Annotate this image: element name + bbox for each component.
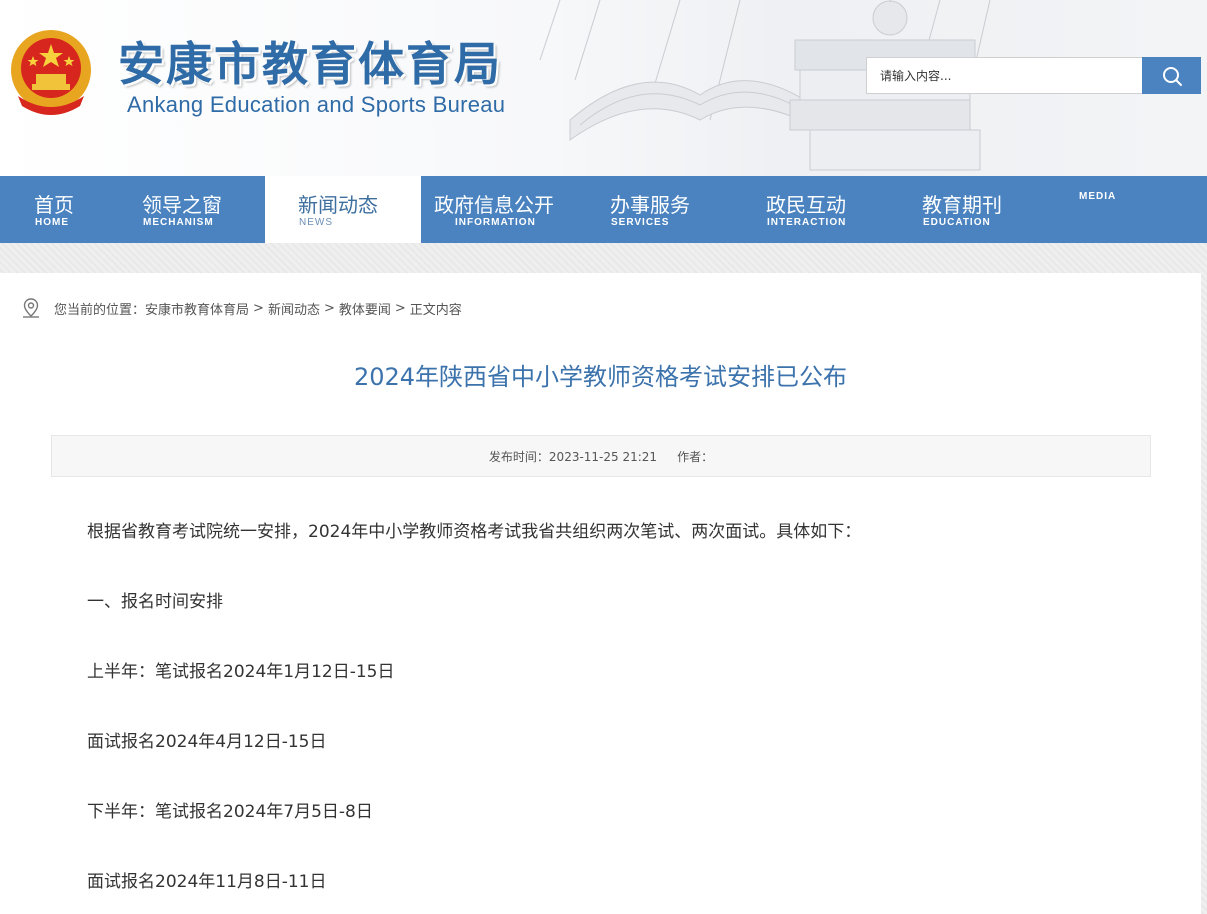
article-meta: 发布时间：2023-11-25 21:21 作者： bbox=[51, 435, 1151, 477]
nav-label-en: MEDIA bbox=[1079, 191, 1117, 202]
nav-label-en: NEWS bbox=[299, 217, 333, 228]
nav-label-en: INTERACTION bbox=[767, 217, 847, 228]
search-input[interactable] bbox=[866, 57, 1142, 94]
nav-item-interaction[interactable]: 政民互动 INTERACTION bbox=[766, 176, 876, 243]
breadcrumb-separator: > bbox=[323, 300, 335, 316]
article-paragraph: 面试报名2024年11月8日-11日 bbox=[87, 872, 327, 892]
nav-item-home[interactable]: 首页 HOME bbox=[34, 176, 114, 243]
nav-item-education[interactable]: 教育期刊 EDUCATION bbox=[922, 176, 1032, 243]
breadcrumb-prefix: 您当前的位置： bbox=[54, 302, 146, 318]
article-paragraph: 上半年：笔试报名2024年1月12日-15日 bbox=[87, 662, 395, 682]
article-paragraph: 根据省教育考试院统一安排，2024年中小学教师资格考试我省共组织两次笔试、两次面… bbox=[87, 522, 862, 542]
nav-label-cn: 首页 bbox=[34, 193, 74, 217]
nav-item-news[interactable]: 新闻动态 NEWS bbox=[265, 176, 421, 243]
nav-item-media[interactable]: MEDIA bbox=[1079, 176, 1139, 243]
article-paragraph: 面试报名2024年4月12日-15日 bbox=[87, 732, 327, 752]
breadcrumb-link-home[interactable]: 安康市教育体育局 bbox=[145, 299, 249, 318]
nav-item-information[interactable]: 政府信息公开 INFORMATION bbox=[434, 176, 574, 243]
breadcrumb-link-category[interactable]: 教体要闻 bbox=[339, 299, 391, 318]
nav-label-cn: 政民互动 bbox=[766, 193, 846, 217]
nav-label-en: INFORMATION bbox=[455, 217, 536, 228]
nav-label-cn: 教育期刊 bbox=[922, 193, 1002, 217]
location-pin-icon bbox=[23, 298, 39, 318]
breadcrumb-current: 正文内容 bbox=[409, 302, 462, 318]
article-panel: 您当前的位置： 安康市教育体育局 > 新闻动态 > 教体要闻 > 正文内容 20… bbox=[0, 273, 1201, 914]
article-paragraph: 下半年：笔试报名2024年7月5日-8日 bbox=[87, 802, 373, 822]
nav-label-cn: 政府信息公开 bbox=[434, 193, 554, 217]
nav-label-en: EDUCATION bbox=[923, 217, 991, 228]
breadcrumb-separator: > bbox=[394, 300, 406, 316]
nav-item-services[interactable]: 办事服务 SERVICES bbox=[610, 176, 720, 243]
nav-label-cn: 办事服务 bbox=[610, 193, 690, 217]
nav-label-en: HOME bbox=[35, 217, 69, 228]
article-paragraph: 一、报名时间安排 bbox=[87, 592, 223, 612]
breadcrumb-link-news[interactable]: 新闻动态 bbox=[268, 299, 320, 318]
nav-item-leadership[interactable]: 领导之窗 MECHANISM bbox=[142, 176, 252, 243]
nav-label-cn: 领导之窗 bbox=[142, 193, 222, 217]
site-title-cn: 安康市教育体育局 bbox=[118, 37, 502, 91]
main-nav: 首页 HOME 领导之窗 MECHANISM 新闻动态 NEWS 政府信息公开 … bbox=[0, 176, 1207, 243]
search-button[interactable] bbox=[1142, 57, 1201, 94]
nav-label-en: SERVICES bbox=[611, 217, 670, 228]
nav-label-cn: 新闻动态 bbox=[298, 193, 378, 217]
site-header: 安康市教育体育局 Ankang Education and Sports Bur… bbox=[0, 0, 1207, 176]
breadcrumb: 您当前的位置： 安康市教育体育局 > 新闻动态 > 教体要闻 > 正文内容 bbox=[20, 297, 462, 319]
site-title-en: Ankang Education and Sports Bureau bbox=[127, 92, 506, 117]
national-emblem-logo bbox=[11, 30, 91, 115]
search-icon bbox=[1162, 66, 1182, 86]
author-label: 作者： bbox=[677, 449, 714, 464]
breadcrumb-separator: > bbox=[253, 300, 264, 316]
nav-label-en: MECHANISM bbox=[143, 217, 214, 228]
article-title: 2024年陕西省中小学教师资格考试安排已公布 bbox=[353, 363, 848, 391]
publish-time: 发布时间：2023-11-25 21:21 bbox=[488, 449, 658, 464]
